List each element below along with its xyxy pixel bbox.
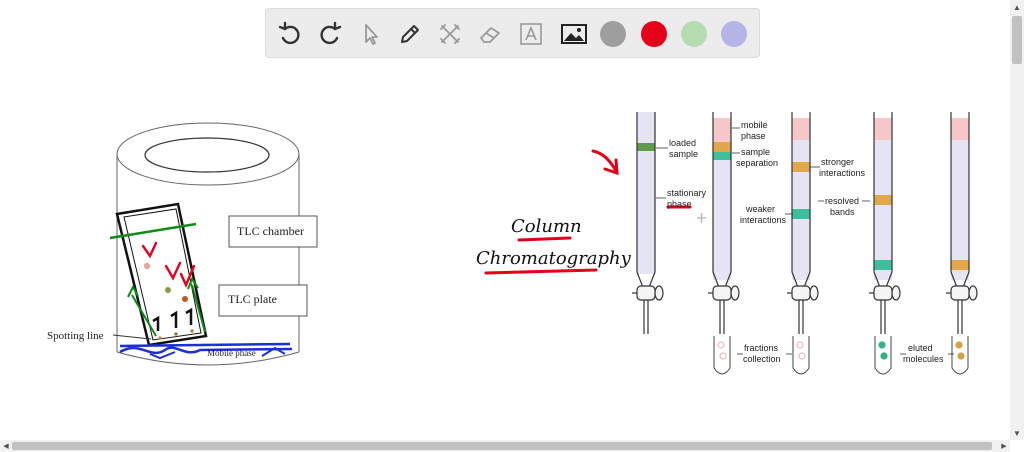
eluted-drop <box>798 352 806 360</box>
column-band <box>637 143 655 151</box>
column-band <box>792 118 810 140</box>
label-stationary: stationary <box>667 188 707 198</box>
column-stopcock-handle <box>654 285 664 301</box>
column-band <box>792 209 810 219</box>
column-stopcock <box>712 285 732 301</box>
column-stopcock <box>873 285 893 301</box>
column-stopcock <box>791 285 811 301</box>
eluted-drop <box>955 341 963 349</box>
red-arrow <box>591 149 619 176</box>
scroll-left-icon[interactable]: ◀ <box>0 440 12 452</box>
handwriting-column: Column <box>511 216 582 237</box>
horizontal-scrollbar[interactable]: ◀ ▶ <box>0 440 1010 452</box>
scroll-up-icon[interactable]: ▲ <box>1010 0 1024 14</box>
column-band <box>874 195 892 205</box>
label-fractions: fractions <box>744 343 779 353</box>
label-bands: bands <box>830 207 855 217</box>
column-band <box>874 118 892 140</box>
label-separation: separation <box>736 158 778 168</box>
label-collection: collection <box>743 354 781 364</box>
whiteboard-canvas[interactable]: TLC chamber TLC plate Spotting line Mobi… <box>0 0 1024 452</box>
label-sample-sep: sample <box>741 147 770 157</box>
vertical-scroll-thumb[interactable] <box>1012 16 1022 64</box>
eluted-drop <box>796 341 804 349</box>
eluted-drop <box>957 352 965 360</box>
column-stationary-phase <box>792 118 810 280</box>
label-weaker: weaker <box>745 204 775 214</box>
tlc-chamber-label: TLC chamber <box>237 224 304 238</box>
label-molecules: molecules <box>903 354 944 364</box>
label-loaded: loaded <box>669 138 696 148</box>
column-stopcock <box>950 285 970 301</box>
column-stopcock <box>636 285 656 301</box>
tlc-chamber-diagram <box>109 122 318 366</box>
label-eluted: eluted <box>908 343 933 353</box>
eluted-drop <box>878 341 886 349</box>
scroll-right-icon[interactable]: ▶ <box>998 440 1010 452</box>
label-stronger: stronger <box>821 157 854 167</box>
handwriting-chromatography: Chromatography <box>476 248 632 269</box>
column-band <box>951 260 969 270</box>
eluted-drop <box>717 341 725 349</box>
column-stopcock-handle <box>730 285 740 301</box>
eluted-drop <box>880 352 888 360</box>
red-underline-column <box>517 236 572 242</box>
eluted-drop <box>719 352 727 360</box>
label-weaker-interactions: interactions <box>740 215 787 225</box>
label-mobile-phase: phase <box>741 131 766 141</box>
column-band <box>874 260 892 270</box>
horizontal-scroll-thumb[interactable] <box>12 442 992 450</box>
label-stationary-phase: phase <box>667 199 692 209</box>
column-band <box>951 118 969 140</box>
column-stopcock-handle <box>968 285 978 301</box>
label-stronger-interactions: interactions <box>819 168 866 178</box>
column-stationary-phase <box>637 112 655 274</box>
mobile-phase-label: Mobile phase <box>207 348 256 358</box>
column-band <box>713 152 731 160</box>
column-band <box>713 142 731 152</box>
spotting-line-label: Spotting line <box>47 330 104 342</box>
label-mobile: mobile <box>741 120 768 130</box>
column-stationary-phase <box>951 118 969 280</box>
scroll-down-icon[interactable]: ▼ <box>1010 426 1024 440</box>
vertical-scrollbar[interactable]: ▲ ▼ <box>1010 0 1024 440</box>
label-sample: sample <box>669 149 698 159</box>
add-marker-icon <box>697 213 706 223</box>
column-band <box>792 162 810 172</box>
label-resolved: resolved <box>825 196 859 206</box>
column-stopcock-handle <box>891 285 901 301</box>
column-stopcock-handle <box>809 285 819 301</box>
column-band <box>713 118 731 142</box>
red-underline-chromatography <box>484 268 598 275</box>
tlc-plate-label: TLC plate <box>228 292 277 306</box>
